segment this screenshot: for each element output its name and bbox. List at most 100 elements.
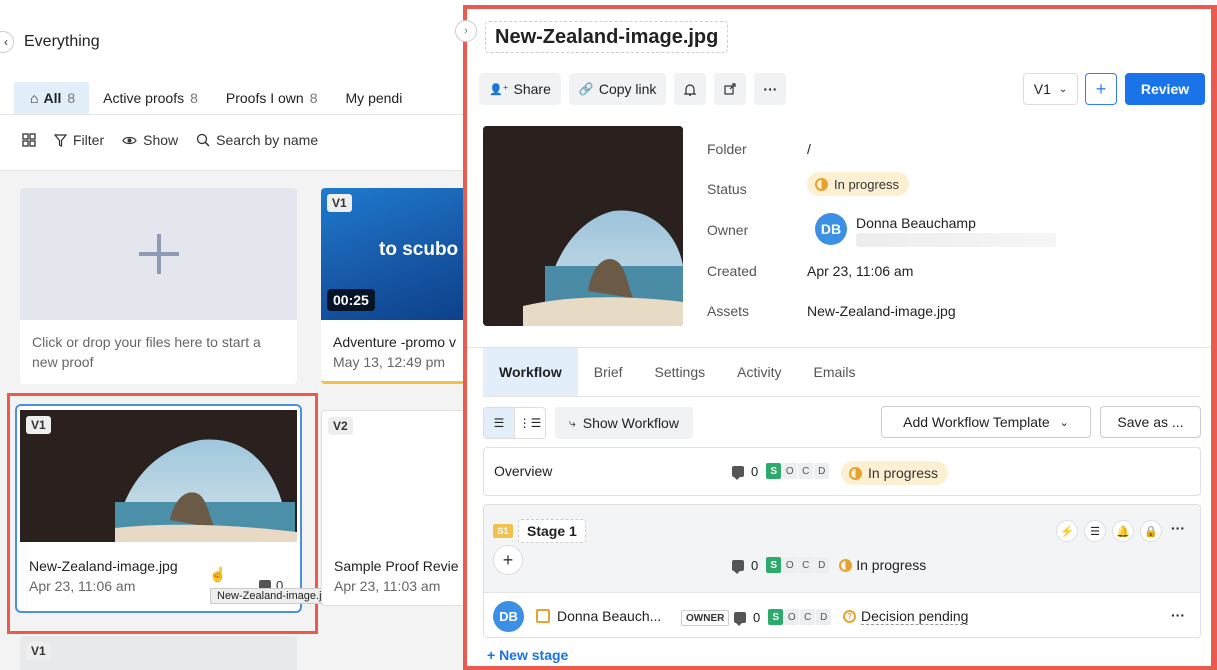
- owner-tag: OWNER: [681, 610, 730, 626]
- reviewer-summary: 0 S O C D: [734, 609, 832, 626]
- stage-more-button[interactable]: ···: [1171, 520, 1185, 536]
- overview-row[interactable]: Overview 0 S O C D In progress: [483, 447, 1201, 496]
- proof-title[interactable]: New-Zealand-image.jpg: [485, 21, 729, 53]
- proof-preview-image[interactable]: [483, 126, 683, 326]
- more-button[interactable]: ···: [754, 73, 787, 105]
- created-label: Created: [707, 263, 757, 279]
- eye-icon: [122, 136, 137, 144]
- collapse-chevron-icon[interactable]: ›: [455, 20, 477, 42]
- stage-header: S1 Stage 1 ⚡ ☰ 🔔 🔒 ··· + 0 S O C D In pr…: [484, 505, 1200, 592]
- bell-icon: [684, 83, 697, 96]
- version-badge: V1: [26, 642, 51, 660]
- proof-card-selected[interactable]: V1 New-Zealand-image.jpg Apr 23, 11:06 a…: [15, 404, 302, 613]
- outline-view-icon[interactable]: ⋮☰: [515, 408, 545, 438]
- avatar: DB: [493, 601, 524, 632]
- calendar-icon: [536, 609, 550, 623]
- workflow-icon: ⤷: [569, 415, 576, 430]
- proof-card[interactable]: V1 to scubo 00:25 Adventure -promo v May…: [321, 188, 470, 384]
- decision-status[interactable]: ? Decision pending: [843, 608, 969, 625]
- more-icon: ···: [763, 81, 778, 97]
- upload-dropzone[interactable]: Click or drop your files here to start a…: [20, 188, 297, 384]
- folder-label: Folder: [707, 141, 747, 157]
- reviewer-name: Donna Beauch...: [557, 608, 662, 624]
- in-progress-icon: [839, 558, 853, 572]
- comment-icon: [732, 559, 744, 574]
- add-version-button[interactable]: +: [1085, 73, 1117, 105]
- version-select[interactable]: V1 ⌄: [1023, 73, 1078, 105]
- version-badge: V1: [26, 416, 51, 434]
- add-reviewer-button[interactable]: +: [493, 545, 523, 575]
- divider: [0, 114, 470, 115]
- search-icon: [197, 133, 210, 147]
- filter-icon: [54, 133, 67, 147]
- share-button[interactable]: 👤⁺ Share: [479, 73, 561, 105]
- reviewer-row[interactable]: DB Donna Beauch... OWNER 0 S O C D ? Dec…: [484, 592, 1200, 637]
- version-badge: V2: [328, 417, 353, 435]
- comment-icon: [732, 465, 744, 480]
- tab-brief[interactable]: Brief: [578, 348, 639, 396]
- decision-letters: S O C D: [768, 609, 832, 625]
- list-view-icon[interactable]: ☰: [484, 408, 515, 438]
- assets-value[interactable]: New-Zealand-image.jpg: [807, 303, 956, 319]
- tab-my-pending[interactable]: My pendi: [332, 82, 417, 114]
- save-as-button[interactable]: Save as ...: [1100, 406, 1201, 438]
- action-bar: 👤⁺ Share 🔗 Copy link ···: [479, 73, 787, 105]
- proof-name: New-Zealand-image.jpg: [29, 558, 178, 574]
- created-value: Apr 23, 11:06 am: [807, 263, 914, 279]
- show-button[interactable]: Show: [122, 132, 178, 148]
- show-workflow-button[interactable]: ⤷ Show Workflow: [555, 407, 693, 439]
- page-title: Everything: [24, 33, 100, 50]
- tab-all[interactable]: ⌂ All 8: [14, 82, 90, 114]
- stage-name[interactable]: Stage 1: [518, 519, 586, 543]
- owner-name: Donna Beauchamp: [856, 215, 976, 231]
- tab-settings[interactable]: Settings: [639, 348, 722, 396]
- search-by-name[interactable]: Search by name: [196, 132, 318, 148]
- video-thumbnail: V1 to scubo 00:25: [321, 188, 470, 320]
- owner-label: Owner: [707, 222, 749, 238]
- avatar: DB: [815, 213, 847, 245]
- proof-date: Apr 23, 11:06 am: [29, 578, 136, 594]
- link-icon: 🔗: [578, 82, 594, 96]
- tab-emails[interactable]: Emails: [797, 348, 871, 396]
- notifications-button[interactable]: [674, 73, 707, 105]
- tab-activity[interactable]: Activity: [721, 348, 797, 396]
- proof-list-pane: ‹ Everything ⌂ All 8 Active proofs 8 Pro…: [0, 0, 470, 670]
- new-stage-button[interactable]: + New stage: [487, 647, 568, 663]
- grid-view-icon[interactable]: [22, 133, 36, 147]
- proof-detail-panel: New-Zealand-image.jpg 👤⁺ Share 🔗 Copy li…: [463, 5, 1217, 670]
- tab-proofs-i-own[interactable]: Proofs I own 8: [212, 82, 332, 114]
- add-workflow-template-dropdown[interactable]: Add Workflow Template ⌄: [881, 406, 1091, 438]
- upload-hint: Click or drop your files here to start a…: [32, 334, 261, 370]
- filter-button[interactable]: Filter: [54, 132, 104, 148]
- in-progress-icon: [849, 466, 862, 480]
- stage-card: S1 Stage 1 ⚡ ☰ 🔔 🔒 ··· + 0 S O C D In pr…: [483, 504, 1201, 638]
- tab-workflow[interactable]: Workflow: [483, 348, 578, 396]
- status-badge[interactable]: In progress: [807, 172, 910, 196]
- pointer-cursor-icon: ☝: [209, 566, 227, 582]
- lightning-icon[interactable]: ⚡: [1056, 520, 1078, 542]
- tab-active-proofs[interactable]: Active proofs 8: [89, 82, 212, 114]
- video-duration: 00:25: [327, 289, 375, 311]
- divider: [483, 396, 1201, 397]
- add-user-icon: 👤⁺: [489, 83, 509, 96]
- home-icon: ⌂: [30, 90, 39, 106]
- decision-letters: S O C D: [766, 463, 830, 479]
- reviewer-more-button[interactable]: ···: [1171, 607, 1185, 623]
- bell-icon[interactable]: 🔔: [1112, 520, 1134, 542]
- decision-letters: S O C D: [766, 557, 830, 573]
- in-progress-icon: [815, 177, 828, 191]
- back-chevron-icon[interactable]: ‹: [0, 31, 14, 53]
- overview-label: Overview: [494, 463, 553, 479]
- filter-tabs: ⌂ All 8 Active proofs 8 Proofs I own 8 M…: [14, 82, 416, 114]
- proof-card[interactable]: V1: [20, 636, 297, 670]
- chevron-down-icon: ⌄: [1058, 83, 1068, 95]
- assets-label: Assets: [707, 303, 750, 319]
- proof-card[interactable]: V2 Sample Proof Revie Apr 23, 11:03 am: [321, 410, 470, 606]
- export-button[interactable]: [714, 73, 747, 105]
- plus-icon: [138, 234, 179, 274]
- checklist-icon[interactable]: ☰: [1084, 520, 1106, 542]
- lock-icon[interactable]: 🔒: [1140, 520, 1162, 542]
- status-label: Status: [707, 181, 747, 197]
- copy-link-button[interactable]: 🔗 Copy link: [568, 73, 667, 105]
- review-button[interactable]: Review: [1125, 73, 1205, 105]
